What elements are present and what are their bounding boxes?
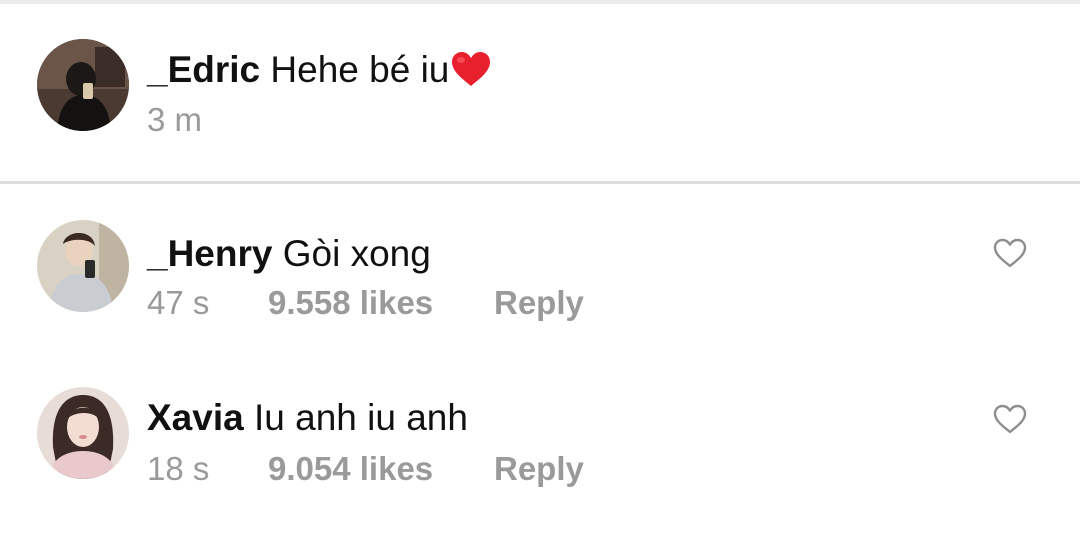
- username[interactable]: _Edric: [147, 49, 260, 90]
- comment-timestamp: 18 s: [147, 450, 210, 487]
- red-heart-emoji-icon: [450, 50, 492, 98]
- heart-outline-icon[interactable]: [993, 404, 1027, 434]
- comment-line: _Henry Gòi xong: [147, 232, 431, 276]
- avatar-xavia[interactable]: [37, 387, 129, 479]
- comments-screen: _Edric Hehe bé iu 3 m _Henry Gòi xong 47…: [0, 0, 1080, 536]
- comment-meta: 47 s 9.558 likes Reply: [147, 283, 584, 323]
- top-divider: [0, 0, 1080, 4]
- avatar-henry[interactable]: [37, 220, 129, 312]
- comment-line: Xavia Iu anh iu anh: [147, 396, 468, 440]
- likes-count[interactable]: 9.054 likes: [268, 449, 494, 489]
- comment-line: _Edric Hehe bé iu: [147, 48, 492, 98]
- comment-timestamp: 47 s: [147, 284, 210, 321]
- username[interactable]: _Henry: [147, 233, 272, 274]
- comment-text: Hehe bé iu: [270, 49, 450, 90]
- likes-count[interactable]: 9.558 likes: [268, 283, 494, 323]
- comment-meta: 18 s 9.054 likes Reply: [147, 449, 584, 489]
- avatar-edric[interactable]: [37, 39, 129, 131]
- comment-timestamp: 3 m: [147, 101, 203, 138]
- heart-outline-icon[interactable]: [993, 238, 1027, 268]
- avatar-xavia-image: [37, 387, 129, 479]
- avatar-henry-image: [37, 220, 129, 312]
- comment-text: Gòi xong: [282, 233, 431, 274]
- section-divider: [0, 181, 1080, 184]
- comment-meta: 3 m: [147, 100, 268, 140]
- comment-text: Iu anh iu anh: [253, 397, 468, 438]
- username[interactable]: Xavia: [147, 397, 244, 438]
- reply-button[interactable]: Reply: [494, 449, 584, 489]
- avatar-edric-image: [37, 39, 129, 131]
- reply-button[interactable]: Reply: [494, 283, 584, 323]
